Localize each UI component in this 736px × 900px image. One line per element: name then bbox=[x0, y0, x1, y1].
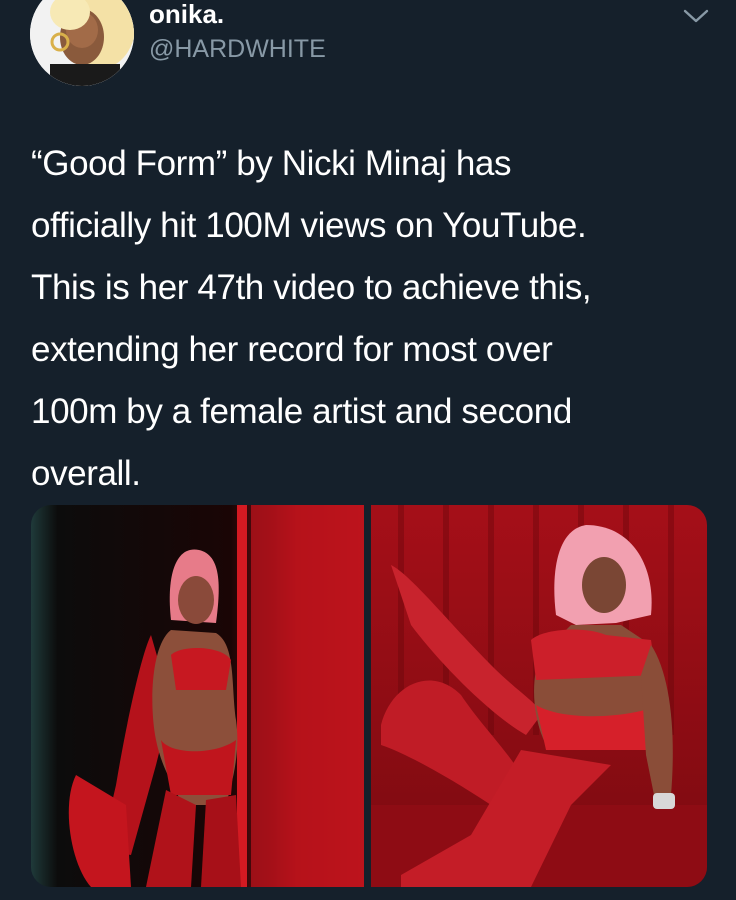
tweet-card: onika. @HARDWHITE “Good Form” by Nicki M… bbox=[0, 0, 736, 900]
avatar[interactable] bbox=[30, 0, 134, 86]
tweet-media bbox=[31, 505, 707, 887]
user-handle[interactable]: @HARDWHITE bbox=[149, 34, 326, 64]
display-name[interactable]: onika. bbox=[149, 0, 224, 30]
media-photo-1[interactable] bbox=[31, 505, 364, 887]
chevron-down-icon[interactable] bbox=[681, 6, 711, 26]
avatar-image bbox=[30, 0, 134, 86]
media-photo-2[interactable] bbox=[371, 505, 707, 887]
tweet-text: “Good Form” by Nicki Minaj has officiall… bbox=[31, 144, 592, 493]
